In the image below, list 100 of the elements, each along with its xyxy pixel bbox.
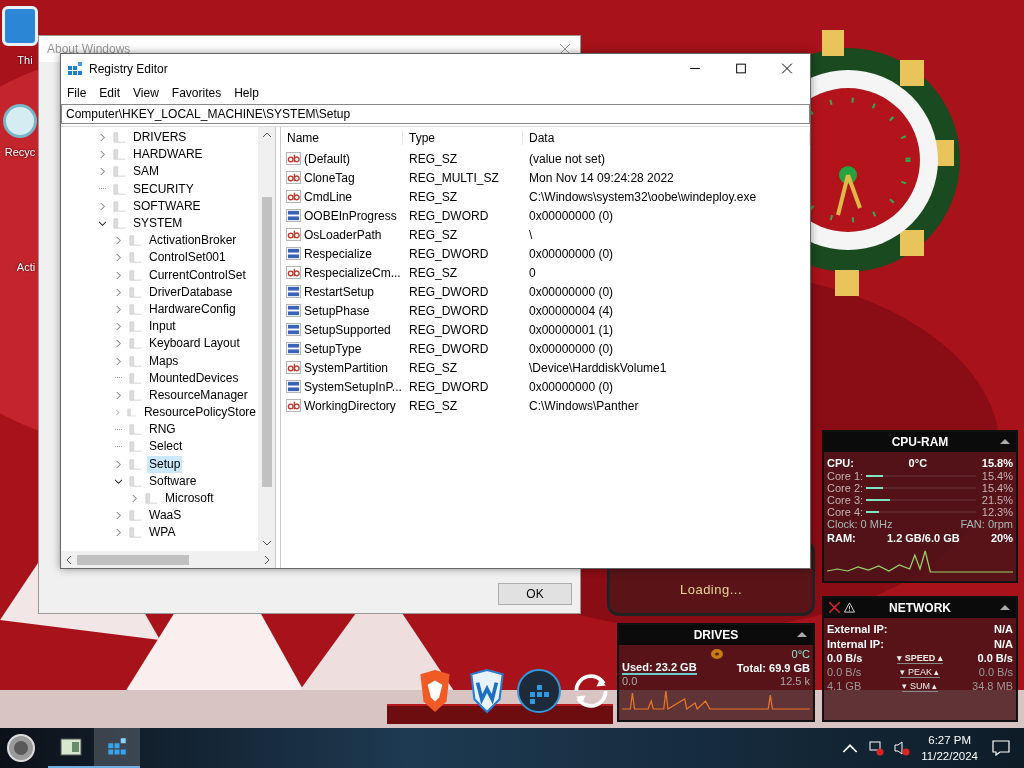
- core-label: Core 3:: [827, 494, 864, 506]
- notifications-icon[interactable]: [992, 740, 1010, 756]
- menu-item[interactable]: Edit: [99, 86, 121, 100]
- value-data: 0: [528, 265, 537, 280]
- tree-item[interactable]: Input: [147, 318, 178, 336]
- menu-item[interactable]: File: [67, 86, 87, 100]
- tree-item[interactable]: Microsoft: [163, 490, 216, 508]
- tree-item[interactable]: ActivationBroker: [147, 232, 239, 250]
- clock-date[interactable]: 11/22/2024: [921, 748, 978, 764]
- disk-icon: [710, 648, 724, 660]
- vertical-scrollbar[interactable]: [258, 127, 275, 551]
- total-space: Total: 69.9 GB: [736, 661, 810, 674]
- tree-item[interactable]: ResourcePolicyStore: [141, 404, 258, 422]
- value-data: 0x00000004 (4): [528, 303, 615, 318]
- desktop-icon-label[interactable]: Thi: [17, 54, 33, 66]
- desktop-icon-label[interactable]: Recyc: [4, 146, 36, 158]
- address-field[interactable]: Computer\HKEY_LOCAL_MACHINE\SYSTEM\Setup: [61, 104, 810, 124]
- scroll-right-icon[interactable]: [265, 555, 270, 564]
- column-header[interactable]: Name: [281, 131, 403, 145]
- tree-item[interactable]: Maps: [147, 352, 181, 370]
- menu-item[interactable]: View: [133, 86, 159, 100]
- tree-item[interactable]: MountedDevices: [147, 369, 241, 387]
- start-button[interactable]: [6, 733, 36, 763]
- value-name[interactable]: SetupPhase: [304, 303, 370, 318]
- tree-item[interactable]: Select: [147, 438, 185, 456]
- clock-speed: Clock: 0 MHz: [827, 518, 893, 530]
- volume-muted-icon[interactable]: [894, 740, 911, 756]
- desktop-icon-label[interactable]: Acti: [16, 261, 36, 273]
- ok-button[interactable]: OK: [498, 583, 572, 605]
- scroll-thumb[interactable]: [77, 554, 189, 565]
- menu-item[interactable]: Favorites: [171, 86, 222, 100]
- collapse-icon[interactable]: [1000, 605, 1010, 610]
- read-rate: 0.0: [622, 675, 638, 687]
- ram-percent: 20%: [990, 531, 1013, 544]
- scroll-thumb[interactable]: [261, 197, 272, 487]
- tree-item[interactable]: Setup: [147, 455, 183, 473]
- scroll-down-icon[interactable]: [262, 541, 271, 546]
- value-name[interactable]: SystemSetupInP...: [304, 379, 402, 394]
- tree-item[interactable]: HARDWARE: [131, 146, 205, 164]
- value-name[interactable]: SetupSupported: [304, 322, 391, 337]
- tree-item[interactable]: SAM: [131, 163, 161, 181]
- value-type: REG_MULTI_SZ: [408, 170, 500, 185]
- value-name[interactable]: SystemPartition: [304, 360, 389, 375]
- scroll-left-icon[interactable]: [66, 555, 71, 564]
- stat-label[interactable]: ▾ SPEED ▴: [897, 652, 943, 664]
- value-name[interactable]: Respecialize: [304, 246, 373, 261]
- close-icon[interactable]: [829, 602, 840, 613]
- stat-label[interactable]: ▾ SUM ▴: [902, 680, 938, 692]
- tree-item[interactable]: DriverDatabase: [147, 283, 235, 301]
- collapse-icon[interactable]: [797, 632, 807, 637]
- core-label: Core 2:: [827, 482, 864, 494]
- folder-icon: [129, 474, 142, 488]
- horizontal-scrollbar[interactable]: [61, 551, 275, 568]
- value-data: 0x00000000 (0): [528, 341, 615, 356]
- monitor-icon[interactable]: [2, 6, 38, 46]
- value-name[interactable]: OsLoaderPath: [304, 227, 382, 242]
- value-data: 0x00000000 (0): [528, 284, 615, 299]
- network-error-icon[interactable]: [868, 740, 885, 756]
- value-name[interactable]: RespecializeCm...: [304, 265, 401, 280]
- clock-time[interactable]: 6:27 PM: [928, 732, 972, 748]
- binary-value-icon: [286, 285, 301, 298]
- tree-item[interactable]: ControlSet001: [147, 249, 228, 267]
- value-type: REG_SZ: [408, 227, 458, 242]
- binary-value-icon: [286, 209, 301, 222]
- tree-item[interactable]: SYSTEM: [131, 215, 185, 233]
- expander-icon[interactable]: [115, 477, 122, 485]
- expander-icon[interactable]: [99, 220, 106, 228]
- tree-item[interactable]: SECURITY: [131, 180, 196, 198]
- tree-item[interactable]: WaaS: [147, 507, 184, 525]
- tree-item[interactable]: SOFTWARE: [131, 197, 203, 215]
- upload-rate: 0.0 B/s: [977, 666, 1013, 678]
- tree-item[interactable]: CurrentControlSet: [147, 266, 248, 284]
- column-header[interactable]: Type: [403, 131, 523, 145]
- value-name[interactable]: RestartSetup: [304, 284, 375, 299]
- tree-item[interactable]: WPA: [147, 524, 178, 542]
- value-name[interactable]: (Default): [304, 151, 350, 166]
- value-name[interactable]: CmdLine: [304, 189, 353, 204]
- tree-item[interactable]: Keyboard Layout: [147, 335, 242, 353]
- value-name[interactable]: SetupType: [304, 341, 362, 356]
- tree-item[interactable]: ResourceManager: [147, 386, 250, 404]
- value-name[interactable]: WorkingDirectory: [304, 398, 396, 413]
- value-name[interactable]: OOBEInProgress: [304, 208, 397, 223]
- warning-icon: [844, 602, 855, 613]
- tree-item[interactable]: DRIVERS: [131, 129, 189, 147]
- tree-item[interactable]: Software: [147, 472, 199, 490]
- close-icon[interactable]: [560, 44, 570, 54]
- dots-icon[interactable]: [517, 668, 561, 714]
- download-rate: 0.0 B/s: [827, 652, 864, 664]
- column-header[interactable]: Data: [523, 131, 810, 145]
- value-name[interactable]: CloneTag: [304, 170, 355, 185]
- menu-item[interactable]: Help: [234, 86, 259, 100]
- fan-speed: FAN: 0rpm: [960, 518, 1013, 530]
- tree-item[interactable]: HardwareConfig: [147, 300, 238, 318]
- scroll-up-icon[interactable]: [262, 132, 271, 137]
- value-data: 0x00000000 (0): [528, 246, 615, 261]
- tree-item[interactable]: RNG: [147, 421, 178, 439]
- value-type: REG_DWORD: [408, 379, 490, 394]
- stat-label[interactable]: ▾ PEAK ▴: [900, 666, 940, 678]
- registry-icon: [106, 737, 128, 757]
- collapse-icon[interactable]: [1000, 439, 1010, 444]
